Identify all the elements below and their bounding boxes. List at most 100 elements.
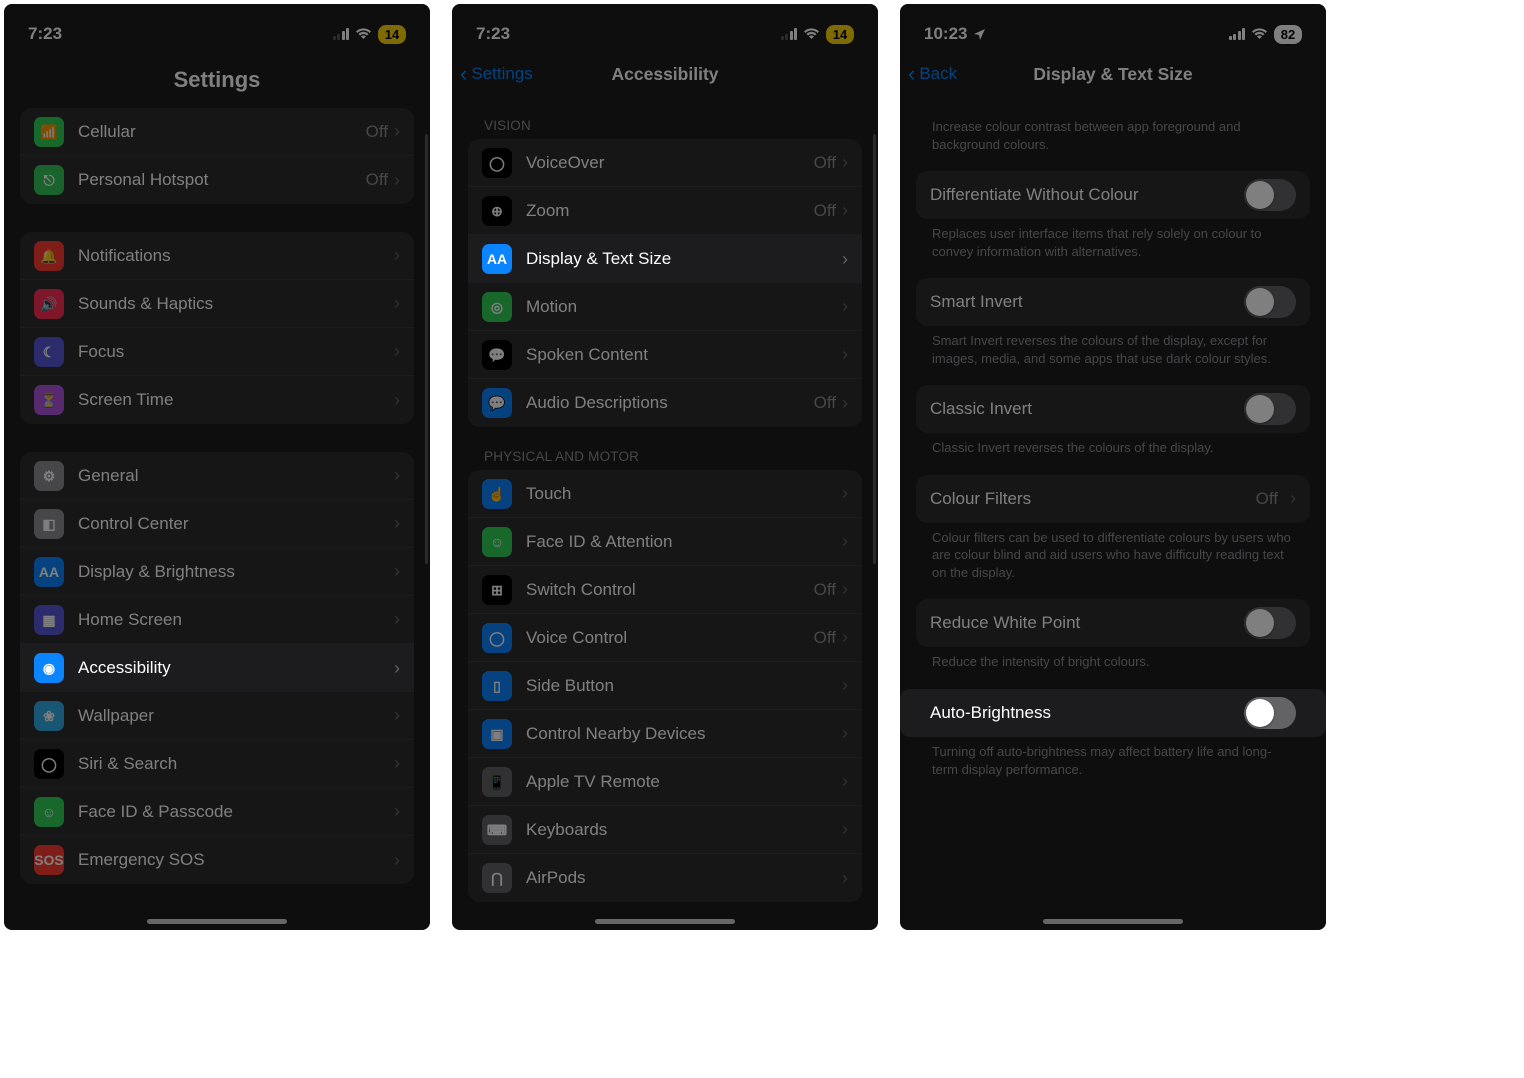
faceid-icon: ☺ xyxy=(34,797,64,827)
toggle-row-reduce-white-point[interactable]: Reduce White Point xyxy=(916,599,1310,647)
accessibility-list[interactable]: VISION◯VoiceOverOff›⊕ZoomOff›AADisplay &… xyxy=(452,96,878,930)
toggle-switch[interactable] xyxy=(1244,607,1296,639)
toggle-switch[interactable] xyxy=(1244,179,1296,211)
chevron-right-icon: › xyxy=(394,850,400,871)
settings-row-personal-hotspot[interactable]: ⎋Personal HotspotOff› xyxy=(20,156,414,204)
row-label: Focus xyxy=(78,342,394,362)
settings-row-voice-control[interactable]: ◯Voice ControlOff› xyxy=(468,614,862,662)
settings-row-screen-time[interactable]: ⏳Screen Time› xyxy=(20,376,414,424)
back-button[interactable]: ‹ Back xyxy=(908,63,957,85)
settings-row-keyboards[interactable]: ⌨Keyboards› xyxy=(468,806,862,854)
faceatt-icon: ☺ xyxy=(482,527,512,557)
settings-row-voiceover[interactable]: ◯VoiceOverOff› xyxy=(468,139,862,187)
status-time: 10:23 xyxy=(924,24,967,44)
settings-row-motion[interactable]: ◎Motion› xyxy=(468,283,862,331)
settings-row-cellular[interactable]: 📶CellularOff› xyxy=(20,108,414,156)
chevron-left-icon: ‹ xyxy=(460,63,467,85)
settings-row-display-brightness[interactable]: AADisplay & Brightness› xyxy=(20,548,414,596)
navbar: Settings xyxy=(4,52,430,108)
status-bar: 10:23 82 xyxy=(900,4,1326,52)
signal-icon xyxy=(1229,28,1246,40)
toggle-switch[interactable] xyxy=(1244,286,1296,318)
toggle-row-smart-invert[interactable]: Smart Invert xyxy=(916,278,1310,326)
settings-row-wallpaper[interactable]: ❀Wallpaper› xyxy=(20,692,414,740)
voicectrl-icon: ◯ xyxy=(482,623,512,653)
settings-row-sounds-haptics[interactable]: 🔊Sounds & Haptics› xyxy=(20,280,414,328)
home-indicator[interactable] xyxy=(147,919,287,924)
notifications-icon: 🔔 xyxy=(34,241,64,271)
footer-text: Turning off auto-brightness may affect b… xyxy=(916,737,1310,796)
row-label: Display & Text Size xyxy=(526,249,842,269)
settings-row-face-id-passcode[interactable]: ☺Face ID & Passcode› xyxy=(20,788,414,836)
settings-row-emergency-sos[interactable]: SOSEmergency SOS› xyxy=(20,836,414,884)
chevron-right-icon: › xyxy=(842,393,848,414)
settings-row-face-id-attention[interactable]: ☺Face ID & Attention› xyxy=(468,518,862,566)
row-label: General xyxy=(78,466,394,486)
row-label: Side Button xyxy=(526,676,842,696)
toggle-switch[interactable] xyxy=(1244,393,1296,425)
settings-list[interactable]: 📶CellularOff›⎋Personal HotspotOff›🔔Notif… xyxy=(4,108,430,930)
display-textsize-list[interactable]: Increase colour contrast between app for… xyxy=(900,96,1326,930)
row-label: Cellular xyxy=(78,122,366,142)
status-bar: 7:23 14 xyxy=(4,4,430,52)
toggle-row-differentiate-without-colour[interactable]: Differentiate Without Colour xyxy=(916,171,1310,219)
nearby-icon: ▣ xyxy=(482,719,512,749)
settings-row-airpods[interactable]: ⋂AirPods› xyxy=(468,854,862,902)
row-label: Reduce White Point xyxy=(930,613,1080,633)
chevron-right-icon: › xyxy=(842,483,848,504)
settings-row-spoken-content[interactable]: 💬Spoken Content› xyxy=(468,331,862,379)
row-label: Motion xyxy=(526,297,842,317)
home-indicator[interactable] xyxy=(1043,919,1183,924)
chevron-right-icon: › xyxy=(842,200,848,221)
settings-row-notifications[interactable]: 🔔Notifications› xyxy=(20,232,414,280)
page-title: Settings xyxy=(174,67,261,93)
settings-row-side-button[interactable]: ▯Side Button› xyxy=(468,662,862,710)
settings-row-siri-search[interactable]: ◯Siri & Search› xyxy=(20,740,414,788)
chevron-right-icon: › xyxy=(842,868,848,889)
settings-row-control-nearby-devices[interactable]: ▣Control Nearby Devices› xyxy=(468,710,862,758)
row-value: Off xyxy=(366,122,388,142)
chevron-right-icon: › xyxy=(394,705,400,726)
signal-icon xyxy=(781,28,798,40)
chevron-right-icon: › xyxy=(394,121,400,142)
chevron-right-icon: › xyxy=(842,579,848,600)
nav-row-colour-filters[interactable]: Colour FiltersOff› xyxy=(916,475,1310,523)
row-label: Smart Invert xyxy=(930,292,1023,312)
home-indicator[interactable] xyxy=(595,919,735,924)
row-label: Display & Brightness xyxy=(78,562,394,582)
footer-text: Reduce the intensity of bright colours. xyxy=(916,647,1310,689)
toggle-row-auto-brightness[interactable]: Auto-Brightness xyxy=(900,689,1326,737)
settings-row-control-center[interactable]: ◧Control Center› xyxy=(20,500,414,548)
settings-row-display-text-size[interactable]: AADisplay & Text Size› xyxy=(468,235,862,283)
back-button[interactable]: ‹ Settings xyxy=(460,63,533,85)
toggle-switch[interactable] xyxy=(1244,697,1296,729)
motion-icon: ◎ xyxy=(482,292,512,322)
settings-row-apple-tv-remote[interactable]: 📱Apple TV Remote› xyxy=(468,758,862,806)
toggle-row-classic-invert[interactable]: Classic Invert xyxy=(916,385,1310,433)
chevron-right-icon: › xyxy=(394,513,400,534)
settings-row-accessibility[interactable]: ◉Accessibility› xyxy=(20,644,414,692)
battery-indicator: 14 xyxy=(826,25,854,44)
settings-row-touch[interactable]: ☝Touch› xyxy=(468,470,862,518)
row-label: Wallpaper xyxy=(78,706,394,726)
location-icon xyxy=(973,28,986,41)
settings-row-home-screen[interactable]: ▦Home Screen› xyxy=(20,596,414,644)
settings-row-switch-control[interactable]: ⊞Switch ControlOff› xyxy=(468,566,862,614)
settings-row-zoom[interactable]: ⊕ZoomOff› xyxy=(468,187,862,235)
settings-row-general[interactable]: ⚙General› xyxy=(20,452,414,500)
battery-indicator: 14 xyxy=(378,25,406,44)
textsize-icon: AA xyxy=(482,244,512,274)
row-label: VoiceOver xyxy=(526,153,814,173)
settings-row-audio-descriptions[interactable]: 💬Audio DescriptionsOff› xyxy=(468,379,862,427)
chevron-right-icon: › xyxy=(394,753,400,774)
footer-text: Classic Invert reverses the colours of t… xyxy=(916,433,1310,475)
appletv-icon: 📱 xyxy=(482,767,512,797)
settings-row-focus[interactable]: ☾Focus› xyxy=(20,328,414,376)
chevron-right-icon: › xyxy=(842,152,848,173)
row-label: Audio Descriptions xyxy=(526,393,814,413)
row-value: Off xyxy=(814,628,836,648)
battery-indicator: 82 xyxy=(1274,25,1302,44)
row-label: Classic Invert xyxy=(930,399,1032,419)
wifi-icon xyxy=(355,28,372,40)
row-value: Off xyxy=(1256,489,1278,509)
